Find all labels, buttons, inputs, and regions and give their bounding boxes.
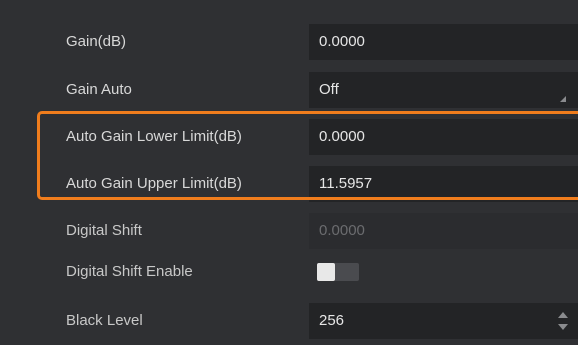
gain-input[interactable]: 0.0000	[309, 24, 578, 60]
gain-auto-value: Off	[319, 81, 339, 98]
auto-gain-limits-highlight	[37, 111, 578, 200]
gain-label: Gain(dB)	[66, 33, 127, 50]
property-row-digital-shift-enable: Digital Shift Enable	[0, 254, 578, 290]
dropdown-corner-icon	[560, 96, 566, 102]
spin-buttons[interactable]	[558, 312, 568, 330]
black-level-label: Black Level	[66, 312, 143, 329]
digital-shift-label: Digital Shift	[66, 222, 142, 239]
digital-shift-enable-cell	[309, 254, 578, 290]
property-row-digital-shift: Digital Shift 0.0000	[0, 213, 578, 249]
property-row-black-level: Black Level 256	[0, 303, 578, 339]
digital-shift-enable-toggle[interactable]	[317, 263, 359, 281]
property-row-gain: Gain(dB) 0.0000	[0, 24, 578, 60]
toggle-knob	[317, 263, 335, 281]
black-level-value: 256	[319, 312, 345, 329]
spin-up-icon[interactable]	[558, 312, 568, 318]
black-level-input[interactable]: 256	[309, 303, 578, 339]
property-row-gain-auto: Gain Auto Off	[0, 72, 578, 108]
spin-down-icon[interactable]	[558, 324, 568, 330]
digital-shift-enable-label: Digital Shift Enable	[66, 263, 193, 280]
digital-shift-input: 0.0000	[309, 213, 578, 249]
gain-auto-label: Gain Auto	[66, 81, 132, 98]
gain-value: 0.0000	[319, 33, 365, 50]
digital-shift-value: 0.0000	[319, 222, 365, 239]
gain-auto-dropdown[interactable]: Off	[309, 72, 578, 108]
